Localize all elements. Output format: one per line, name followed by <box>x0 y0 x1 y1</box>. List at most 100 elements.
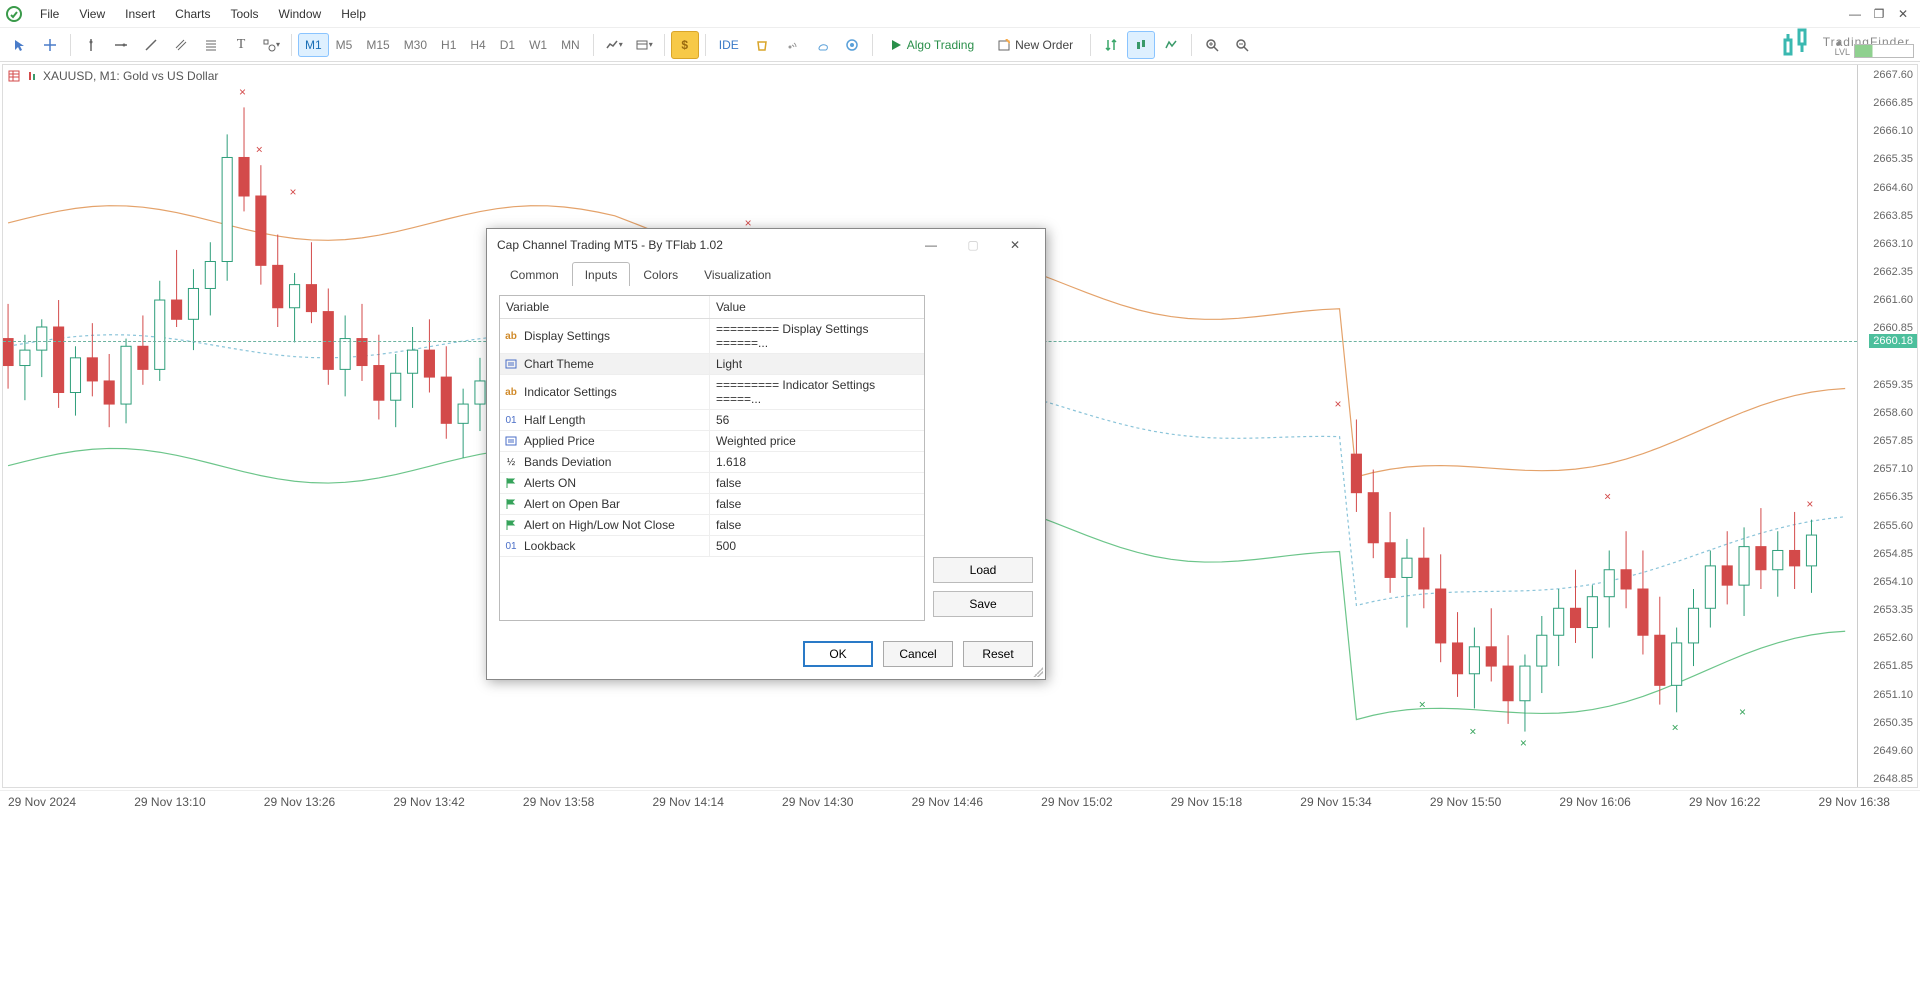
channel-icon[interactable] <box>167 31 195 59</box>
parameters-table[interactable]: Variable Value abDisplay Settings=======… <box>499 295 925 621</box>
column-value[interactable]: Value <box>710 296 924 318</box>
param-row[interactable]: 01Lookback500 <box>500 536 924 557</box>
objects-icon[interactable]: ▾ <box>257 31 285 59</box>
toolbar-separator <box>593 34 594 56</box>
timeframe-m15[interactable]: M15 <box>359 33 396 57</box>
chart-type-icon[interactable]: ▾ <box>600 31 628 59</box>
grid-icon[interactable] <box>7 69 21 83</box>
algo-trading-button[interactable]: Algo Trading <box>879 34 985 56</box>
vertical-line-icon[interactable] <box>77 31 105 59</box>
param-row[interactable]: Alert on High/Low Not Closefalse <box>500 515 924 536</box>
tab-colors[interactable]: Colors <box>630 262 691 286</box>
param-value[interactable]: false <box>710 473 924 493</box>
zoom-out-icon[interactable] <box>1228 31 1256 59</box>
vps-icon[interactable] <box>808 31 836 59</box>
tab-common[interactable]: Common <box>497 262 572 286</box>
reset-button[interactable]: Reset <box>963 641 1033 667</box>
param-value[interactable]: ========= Display Settings ======... <box>710 319 924 353</box>
sort-icon[interactable] <box>1097 31 1125 59</box>
time-tick: 29 Nov 14:30 <box>782 795 853 814</box>
chart-mini-icon[interactable] <box>25 69 39 83</box>
tab-inputs[interactable]: Inputs <box>572 262 631 286</box>
crosshair-tool-icon[interactable] <box>36 31 64 59</box>
cancel-button[interactable]: Cancel <box>883 641 953 667</box>
param-row[interactable]: abIndicator Settings========= Indicator … <box>500 375 924 410</box>
fibonacci-icon[interactable] <box>197 31 225 59</box>
timeframe-h4[interactable]: H4 <box>463 33 492 57</box>
menu-view[interactable]: View <box>69 3 115 25</box>
algo-trading-label: Algo Trading <box>907 38 974 52</box>
templates-icon[interactable]: ▾ <box>630 31 658 59</box>
menu-tools[interactable]: Tools <box>221 3 269 25</box>
param-value[interactable]: Weighted price <box>710 431 924 451</box>
param-value[interactable]: 1.618 <box>710 452 924 472</box>
timeframe-m30[interactable]: M30 <box>397 33 434 57</box>
close-button[interactable]: ✕ <box>1892 5 1914 23</box>
level-bar[interactable] <box>1854 44 1914 58</box>
timeframe-h1[interactable]: H1 <box>434 33 463 57</box>
param-row[interactable]: Applied PriceWeighted price <box>500 431 924 452</box>
param-value[interactable]: false <box>710 494 924 514</box>
dialog-minimize-button[interactable]: — <box>911 231 951 259</box>
timeframe-d1[interactable]: D1 <box>493 33 522 57</box>
dialog-maximize-button[interactable]: ▢ <box>953 231 993 259</box>
price-tick: 2657.10 <box>1873 463 1913 475</box>
price-tick: 2652.60 <box>1873 632 1913 644</box>
deposit-icon[interactable]: $ <box>671 31 699 59</box>
timeframe-w1[interactable]: W1 <box>522 33 554 57</box>
param-value[interactable]: 56 <box>710 410 924 430</box>
trendline-icon[interactable] <box>137 31 165 59</box>
param-name: Indicator Settings <box>524 385 617 399</box>
text-tool-icon[interactable]: T <box>227 31 255 59</box>
candlestick-icon[interactable] <box>1127 31 1155 59</box>
param-value[interactable]: 500 <box>710 536 924 556</box>
dialog-close-button[interactable]: ✕ <box>995 231 1035 259</box>
price-axis[interactable]: 2667.602666.852666.102665.352664.602663.… <box>1857 65 1917 787</box>
param-name: Lookback <box>524 539 575 553</box>
timeframe-m5[interactable]: M5 <box>329 33 360 57</box>
menu-window[interactable]: Window <box>269 3 332 25</box>
param-name: Bands Deviation <box>524 455 611 469</box>
svg-text:×: × <box>1419 697 1426 711</box>
restore-button[interactable]: ❐ <box>1868 5 1890 23</box>
param-value[interactable]: false <box>710 515 924 535</box>
param-row[interactable]: abDisplay Settings========= Display Sett… <box>500 319 924 354</box>
param-row[interactable]: Chart ThemeLight <box>500 354 924 375</box>
resize-grip-icon[interactable] <box>1033 667 1043 677</box>
timeframe-mn[interactable]: MN <box>554 33 587 57</box>
param-row[interactable]: 01Half Length56 <box>500 410 924 431</box>
svg-text:×: × <box>239 85 246 99</box>
price-tick: 2651.10 <box>1873 689 1913 701</box>
column-variable[interactable]: Variable <box>500 296 710 318</box>
market-icon[interactable] <box>748 31 776 59</box>
save-button[interactable]: Save <box>933 591 1033 617</box>
load-button[interactable]: Load <box>933 557 1033 583</box>
line-chart-icon[interactable] <box>1157 31 1185 59</box>
minimize-button[interactable]: — <box>1844 5 1866 23</box>
ok-button[interactable]: OK <box>803 641 873 667</box>
cursor-tool-icon[interactable] <box>6 31 34 59</box>
menu-insert[interactable]: Insert <box>115 3 165 25</box>
horizontal-line-icon[interactable] <box>107 31 135 59</box>
param-value[interactable]: Light <box>710 354 924 374</box>
menu-help[interactable]: Help <box>331 3 376 25</box>
time-axis: 29 Nov 202429 Nov 13:1029 Nov 13:2629 No… <box>0 790 1920 814</box>
param-row[interactable]: ½Bands Deviation1.618 <box>500 452 924 473</box>
dialog-titlebar[interactable]: Cap Channel Trading MT5 - By TFlab 1.02 … <box>487 229 1045 261</box>
zoom-in-icon[interactable] <box>1198 31 1226 59</box>
tab-visualization[interactable]: Visualization <box>691 262 784 286</box>
param-row[interactable]: Alert on Open Barfalse <box>500 494 924 515</box>
ide-button[interactable]: IDE <box>712 33 746 57</box>
param-type-icon <box>504 497 518 511</box>
signal-icon[interactable] <box>778 31 806 59</box>
menu-charts[interactable]: Charts <box>165 3 220 25</box>
menu-file[interactable]: File <box>30 3 69 25</box>
chart-title-text: XAUUSD, M1: Gold vs US Dollar <box>43 69 218 83</box>
new-order-label: New Order <box>1015 38 1073 52</box>
param-value[interactable]: ========= Indicator Settings =====... <box>710 375 924 409</box>
timeframe-m1[interactable]: M1 <box>298 33 329 57</box>
dialog-title-text: Cap Channel Trading MT5 - By TFlab 1.02 <box>497 238 723 252</box>
new-order-button[interactable]: New Order <box>987 34 1084 56</box>
param-row[interactable]: Alerts ONfalse <box>500 473 924 494</box>
mql5-icon[interactable] <box>838 31 866 59</box>
